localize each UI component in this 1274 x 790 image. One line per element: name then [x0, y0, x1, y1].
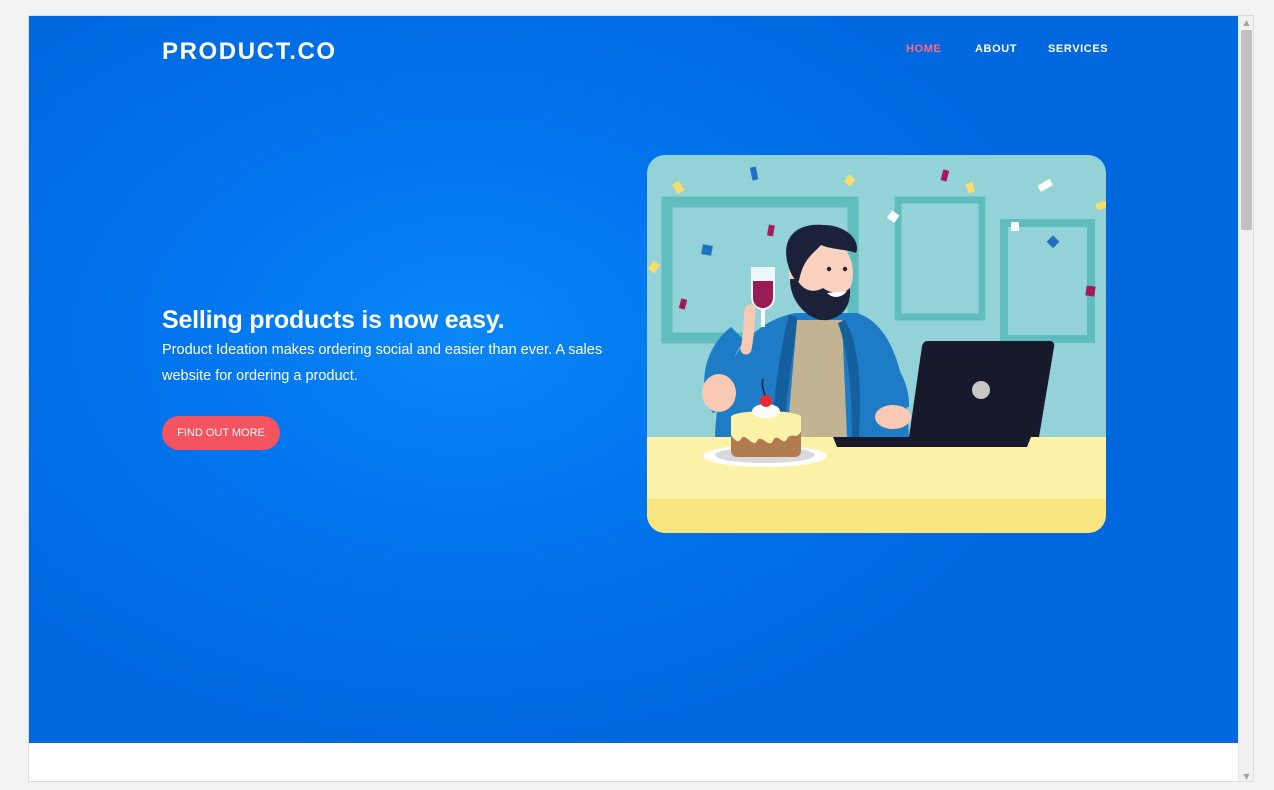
hero-section: PRODUCT.CO HOME ABOUT SERVICES Selling p… [29, 16, 1239, 743]
hero-subtext: Product Ideation makes ordering social a… [162, 342, 603, 384]
next-section [29, 743, 1239, 781]
scroll-thumb[interactable] [1241, 30, 1252, 230]
nav-about-link[interactable]: ABOUT [975, 43, 1017, 55]
find-out-more-button[interactable]: FIND OUT MORE [162, 416, 280, 450]
scroll-up-icon[interactable]: ▲ [1242, 18, 1251, 27]
hero-illustration [647, 155, 1106, 533]
main-nav: HOME ABOUT SERVICES [29, 43, 1239, 59]
hero-headline: Selling products is now easy. [162, 306, 505, 334]
nav-home-link[interactable]: HOME [906, 43, 941, 55]
nav-services-link[interactable]: SERVICES [1048, 43, 1108, 55]
scroll-down-icon[interactable]: ▼ [1242, 772, 1251, 781]
vertical-scrollbar[interactable]: ▲ ▼ [1238, 16, 1253, 781]
table-front [647, 499, 1106, 533]
browser-viewport: PRODUCT.CO HOME ABOUT SERVICES Selling p… [28, 15, 1254, 782]
celebration-illustration [647, 155, 1106, 533]
